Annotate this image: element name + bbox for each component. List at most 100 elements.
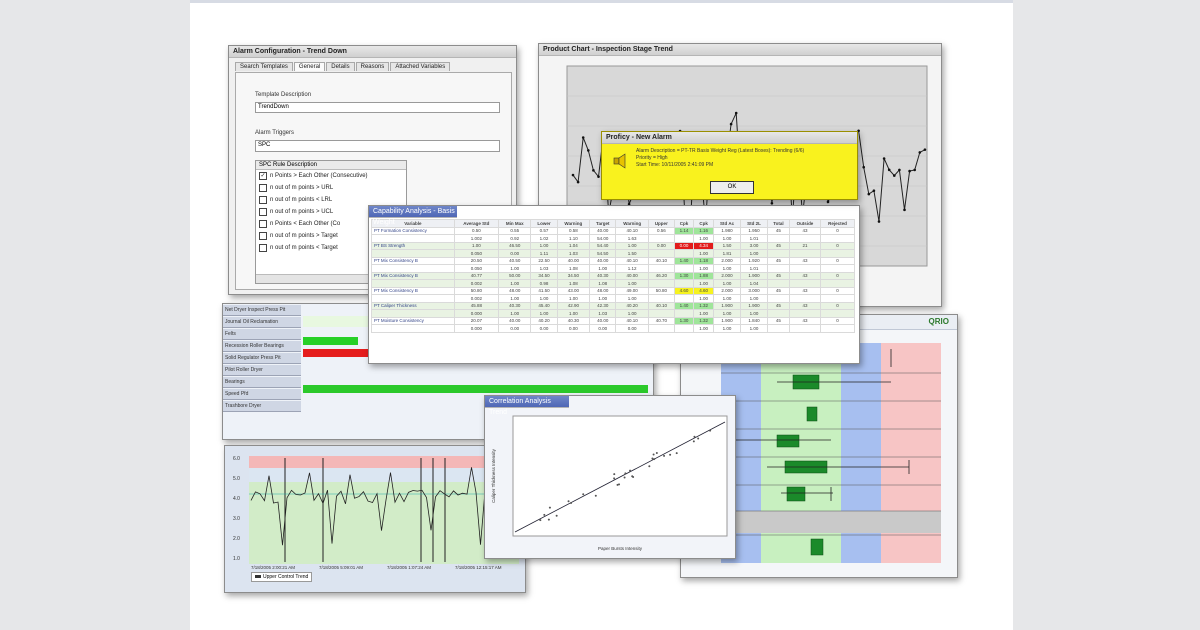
scatter-window[interactable]: Correlation Analysis Trend Paper Bursts … (484, 395, 736, 559)
checkbox-icon[interactable] (259, 208, 267, 216)
scatter-point (709, 429, 712, 432)
table-cell (788, 309, 821, 318)
capability-window[interactable]: Capability Analysis - Basis Weight Varia… (368, 205, 860, 364)
table-row[interactable]: 0.050 1.00 1.03 1.08 1.00 1.12 1.00 1.00 1.01 (371, 264, 856, 273)
table-cell: 1.00 (498, 279, 532, 288)
gantt-bar-green-long[interactable] (303, 385, 648, 393)
table-row[interactable]: 0.000 0.00 0.00 0.00 0.00 0.00 1.00 1.00 1.00 (371, 324, 856, 333)
table-cell (766, 294, 790, 303)
equipment-row-label[interactable]: Net Dryer Inspect Press Pit (223, 305, 301, 316)
new-alarm-popup[interactable]: Proficy - New Alarm Alarm Description = … (601, 131, 858, 200)
spc-y-tick-label: 5.0 (233, 476, 240, 482)
table-row[interactable]: PT Mix Consistency B 20.50 40.50 22.50 40.00… (371, 256, 856, 265)
equipment-row-label[interactable]: Speed Pfd (223, 389, 301, 400)
capability-column-header[interactable]: Total (766, 219, 790, 228)
table-cell: 43 (788, 301, 821, 310)
table-row[interactable]: 0.000 1.00 1.00 1.00 1.03 1.00 1.00 1.00 1.00 (371, 309, 856, 318)
trend-point (867, 192, 871, 196)
spc-chart-window[interactable]: 6.0 5.0 4.0 3.0 2.0 1.0 7/18/2005 2:00:21 AM 7… (224, 445, 526, 593)
table-cell: 1.900 (712, 301, 742, 310)
tab-details[interactable]: Details (326, 62, 355, 71)
legend-swatch-icon (255, 575, 261, 579)
tab-search-templates[interactable]: Search Templates (235, 62, 293, 71)
equipment-row-label[interactable]: Pilot Roller Dryer (223, 365, 301, 376)
table-cell: 0.000 (453, 309, 500, 318)
capability-column-header[interactable]: Min Max (498, 219, 532, 228)
table-row[interactable]: PT Formation Consistency 0.50 0.55 0.57 0.58… (371, 226, 856, 235)
table-row[interactable]: PT Caliper Thickness 45.88 40.30 45.40 42.90… (371, 301, 856, 310)
checkbox-icon[interactable] (259, 244, 267, 252)
capability-column-header[interactable]: Std 2L (740, 219, 768, 228)
capability-column-header[interactable]: Lower (530, 219, 558, 228)
table-row[interactable]: PT Moisture Consistency 20.07 40.00 40.20 40… (371, 316, 856, 325)
legend-label: Upper Control Trend (263, 574, 309, 580)
variable-name-cell (371, 324, 455, 333)
trend-point (918, 151, 922, 154)
checkbox-icon[interactable] (259, 196, 267, 204)
spc-x-tick-label: 7/18/2005 1:07:24 AM (387, 565, 431, 570)
spc-rule-item[interactable]: n out of m points > URL (256, 182, 406, 194)
table-cell: 1.00 (693, 279, 714, 288)
checkbox-icon[interactable] (259, 220, 267, 228)
equipment-row-label[interactable]: Felts (223, 329, 301, 340)
table-cell (788, 294, 821, 303)
checkbox-icon[interactable] (259, 232, 267, 240)
equipment-row-label[interactable]: Recession Roller Bearings (223, 341, 301, 352)
capability-column-header[interactable]: Outside (788, 219, 821, 228)
table-row[interactable]: PT BS Strength 1.00 46.50 1.00 1.04 54.40 1.00… (371, 241, 856, 250)
table-cell: 1.04 (556, 241, 591, 250)
table-cell: 42.30 (589, 301, 617, 310)
table-cell: 4.60 (693, 286, 714, 295)
table-cell: 40.50 (498, 256, 532, 265)
capability-column-header[interactable]: Warning (556, 219, 591, 228)
scatter-point (567, 500, 570, 503)
variable-name-cell: PT BS Strength (371, 241, 455, 250)
equipment-row-label[interactable]: Journal Oil Reclamation (223, 317, 301, 328)
table-cell: 40.00 (589, 316, 617, 325)
capability-column-header[interactable]: Std Ac (712, 219, 742, 228)
table-cell: 1.12 (615, 264, 649, 273)
table-cell: 2.000 (712, 271, 742, 280)
table-cell: 0.050 (453, 264, 500, 273)
table-cell (819, 324, 856, 333)
right-margin (1013, 0, 1200, 630)
gantt-bar-green[interactable] (303, 337, 358, 345)
checkbox-icon[interactable] (259, 184, 267, 192)
table-row[interactable]: PT Mix Consistency B 40.77 50.00 34.50 34.50… (371, 271, 856, 280)
table-cell: 1.03 (556, 249, 591, 258)
table-cell: 40.30 (589, 271, 617, 280)
table-cell: 20.07 (453, 316, 500, 325)
capability-column-header[interactable]: Warning (615, 219, 649, 228)
capability-column-header[interactable]: Upper (647, 219, 675, 228)
capability-column-header[interactable]: Cpk (673, 219, 695, 228)
alarm-config-tabs: Search Templates General Details Reasons… (235, 62, 451, 71)
capability-column-header[interactable]: Target (589, 219, 617, 228)
capability-column-header[interactable]: Cpk (693, 219, 714, 228)
equipment-row-label[interactable]: Solid Regulator Press Pit (223, 353, 301, 364)
table-cell: 49.00 (615, 286, 649, 295)
table-row[interactable]: 1.002 0.92 1.02 1.10 54.00 1.63 1.00 1.00 1.01 (371, 234, 856, 243)
table-row[interactable]: 0.002 1.00 1.00 1.00 1.00 1.00 1.00 1.00 1.00 (371, 294, 856, 303)
spc-y-tick-label: 3.0 (233, 516, 240, 522)
alarm-triggers-field[interactable]: SPC (255, 140, 500, 152)
capability-column-header[interactable]: Rejected (819, 219, 856, 228)
checkbox-checked-icon[interactable]: ✓ (259, 172, 267, 180)
spc-rule-item[interactable]: ✓ n Points > Each Other (Consecutive) (256, 170, 406, 182)
equipment-row-label[interactable]: Trashbore Dryer (223, 401, 301, 412)
table-row[interactable]: PT Mix Consistency B 50.80 48.00 41.50 43.00… (371, 286, 856, 295)
spc-warning-zone (249, 468, 519, 482)
table-cell: 1.950 (740, 226, 768, 235)
capability-column-header[interactable]: Average Std (453, 219, 500, 228)
ok-button[interactable]: OK (710, 181, 754, 194)
table-cell: 1.00 (556, 309, 591, 318)
table-row[interactable]: 0.050 0.00 1.11 1.03 54.50 1.50 1.00 1.81 1.00 (371, 249, 856, 258)
gantt-bar-red[interactable] (303, 349, 368, 357)
tab-general[interactable]: General (293, 62, 326, 71)
table-row[interactable]: 0.002 1.00 0.98 1.08 1.08 1.00 1.00 1.00 1.04 (371, 279, 856, 288)
equipment-row-label[interactable]: Bearings (223, 377, 301, 388)
spc-x-tick-label: 7/18/2005 12:15:17 AM (455, 565, 502, 570)
tab-reasons[interactable]: Reasons (355, 62, 390, 71)
template-description-field[interactable]: TrendDown (255, 102, 500, 113)
tab-attached-variables[interactable]: Attached Variables (390, 62, 451, 71)
table-cell (788, 324, 821, 333)
